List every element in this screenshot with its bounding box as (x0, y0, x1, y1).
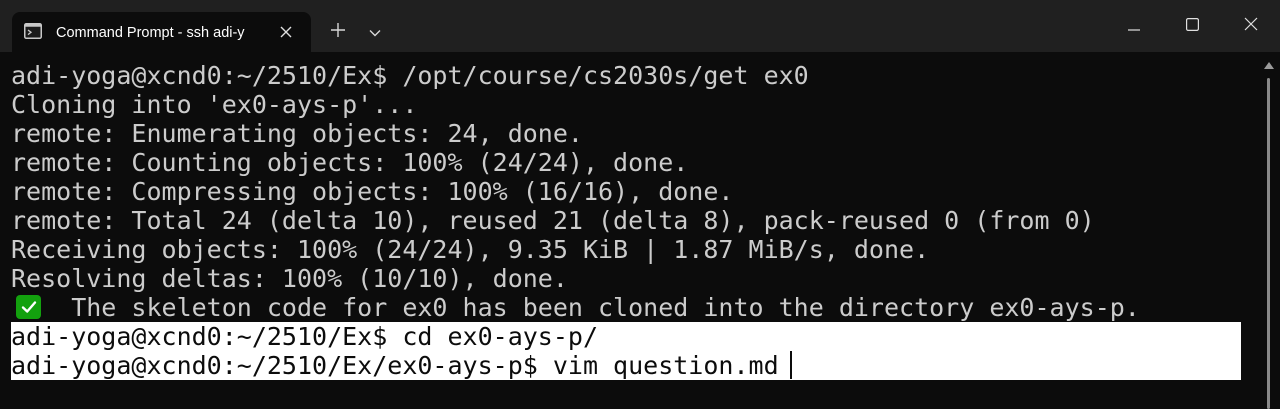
title-bar: Command Prompt - ssh adi-y (0, 0, 1280, 52)
tab-title: Command Prompt - ssh adi-y (56, 25, 245, 41)
tab-dropdown-button[interactable] (357, 14, 393, 48)
window-close-button[interactable] (1222, 0, 1280, 50)
terminal-output[interactable]: adi-yoga@xcnd0:~/2510/Ex$ /opt/course/cs… (0, 52, 1258, 409)
terminal-line: remote: Compressing objects: 100% (16/16… (11, 177, 734, 206)
terminal-line: remote: Total 24 (delta 10), reused 21 (… (11, 206, 1095, 235)
chevron-down-icon (369, 22, 381, 41)
terminal-line: Cloning into 'ex0-ays-p'... (11, 90, 418, 119)
close-icon[interactable] (274, 20, 298, 44)
terminal-line: The skeleton code for ex0 has been clone… (11, 293, 1140, 322)
check-mark-icon (16, 295, 41, 319)
scrollbar-thumb[interactable] (1267, 78, 1270, 409)
terminal-line: Resolving deltas: 100% (10/10), done. (11, 264, 568, 293)
vertical-scrollbar[interactable] (1258, 52, 1280, 409)
terminal-window: Command Prompt - ssh adi-y adi-yoga@xcnd… (0, 0, 1280, 409)
minimize-icon (1128, 16, 1140, 35)
new-tab-button[interactable] (320, 14, 356, 48)
terminal-line: adi-yoga@xcnd0:~/2510/Ex$ cd ex0-ays-p/ (11, 322, 598, 351)
scroll-up-arrow-icon[interactable] (1262, 60, 1276, 70)
text-cursor (790, 351, 792, 379)
maximize-icon (1185, 16, 1199, 35)
terminal-line: remote: Enumerating objects: 24, done. (11, 119, 583, 148)
tab-command-prompt[interactable]: Command Prompt - ssh adi-y (12, 12, 311, 52)
terminal-prompt-line: adi-yoga@xcnd0:~/2510/Ex/ex0-ays-p$ vim … (11, 351, 779, 380)
terminal-line: adi-yoga@xcnd0:~/2510/Ex$ /opt/course/cs… (11, 61, 809, 90)
terminal-line: remote: Counting objects: 100% (24/24), … (11, 148, 689, 177)
plus-icon (331, 22, 345, 41)
maximize-button[interactable] (1163, 0, 1221, 50)
terminal-line: Receiving objects: 100% (24/24), 9.35 Ki… (11, 235, 930, 264)
minimize-button[interactable] (1105, 0, 1163, 50)
terminal-icon (24, 23, 42, 39)
close-icon (1244, 16, 1258, 35)
